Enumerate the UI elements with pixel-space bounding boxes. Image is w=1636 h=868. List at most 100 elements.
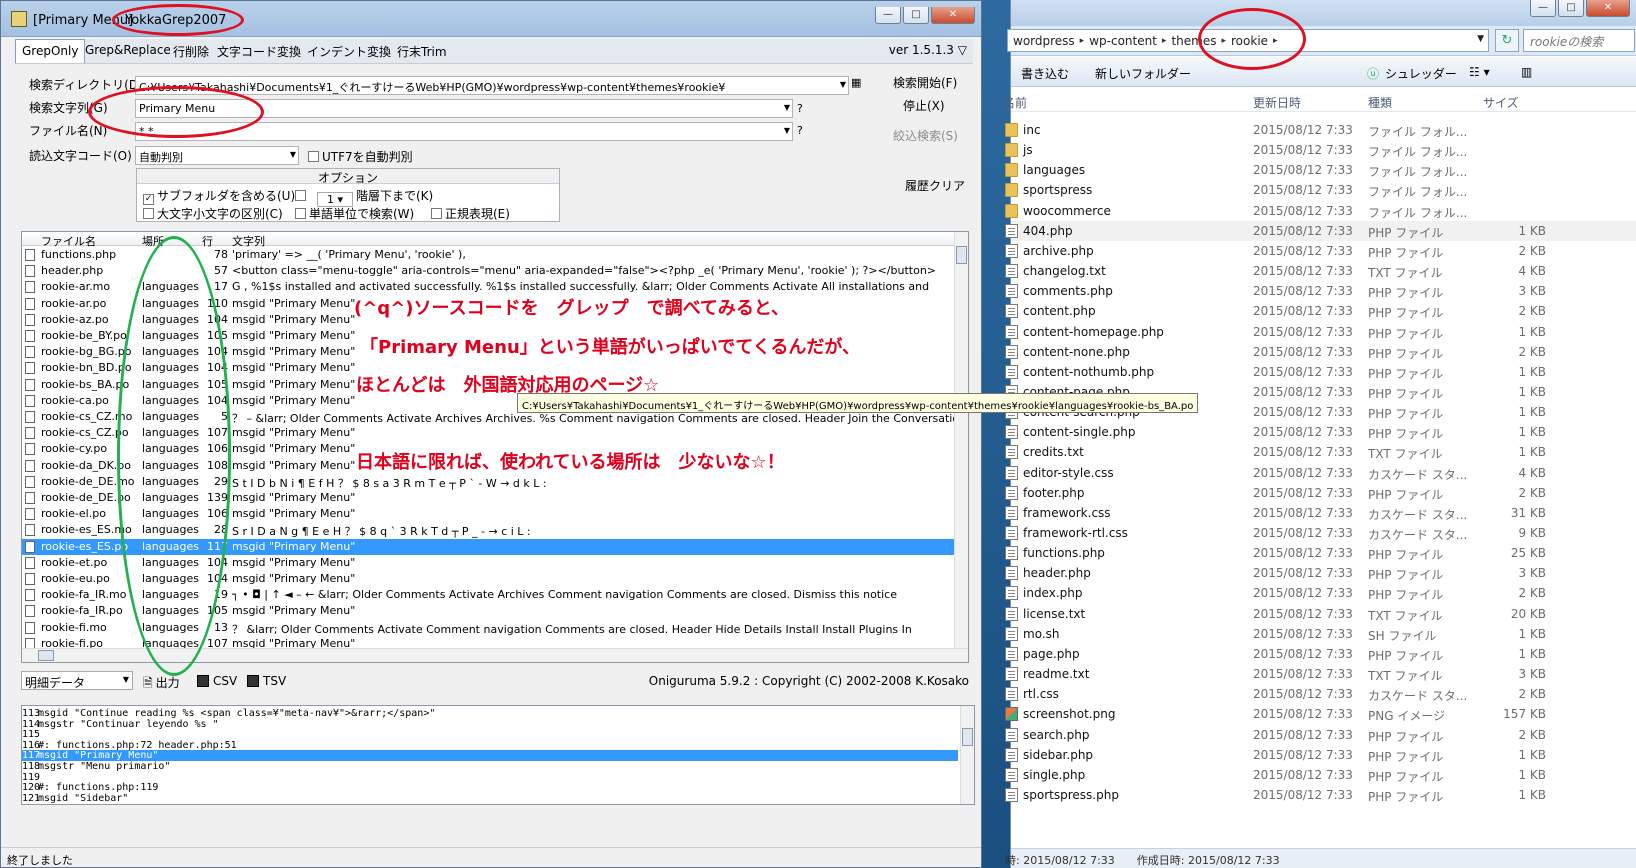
table-row[interactable]: rookie-es_ES.po languages 117 msgid "Primar… (22, 538, 954, 555)
close-button[interactable]: ✕ (1586, 0, 1630, 17)
tab-line-delete[interactable]: 行削除 (173, 43, 209, 60)
tab-greponly[interactable]: GrepOnly (15, 39, 86, 63)
filename-help-button[interactable]: ? (797, 124, 803, 137)
chevron-down-icon[interactable]: ▼ (840, 80, 846, 89)
table-row[interactable]: rookie-eu.po languages 104 msgid "Primary M… (22, 571, 954, 587)
file-list-item[interactable]: single.php 2015/08/12 7:33 PHP ファイル 1 KB (1005, 765, 1636, 785)
stop-button[interactable]: 停止(X) (903, 97, 945, 114)
shredder-button[interactable]: シュレッダー (1385, 65, 1457, 82)
column-name[interactable]: 名前 (1003, 94, 1027, 111)
file-list-item[interactable]: readme.txt 2015/08/12 7:33 TXT ファイル 3 KB (1005, 664, 1636, 684)
file-list-item[interactable]: content-single.php 2015/08/12 7:33 PHP ファイ… (1005, 422, 1636, 442)
file-list-item[interactable]: rtl.css 2015/08/12 7:33 カスケード スタ... 2 KB (1005, 684, 1636, 704)
close-button[interactable]: ✕ (931, 7, 975, 24)
table-row[interactable]: header.php 57 <button class="menu-toggle" … (22, 263, 954, 279)
file-list-item[interactable]: framework.css 2015/08/12 7:33 カスケード スタ... 3… (1005, 503, 1636, 523)
table-row[interactable]: rookie-fa_IR.po languages 105 msgid "Primar… (22, 603, 954, 619)
result-vertical-scrollbar[interactable] (954, 232, 968, 648)
address-bar[interactable]: wordpress ▸ wp-content ▸ themes ▸ rookie ▸ ▼ (1007, 29, 1489, 52)
file-list-item[interactable]: changelog.txt 2015/08/12 7:33 TXT ファイル 4 KB (1005, 261, 1636, 281)
breadcrumb-rookie[interactable]: rookie (1226, 34, 1273, 48)
depth-checkbox[interactable]: 1 ▾ 階層下まで(K) (295, 187, 433, 207)
detail-vertical-scrollbar[interactable] (960, 706, 974, 804)
table-row[interactable]: rookie-et.po languages 104 msgid "Primary M… (22, 555, 954, 571)
file-list-item[interactable]: editor-style.css 2015/08/12 7:33 カスケード スタ.… (1005, 463, 1636, 483)
file-list-item[interactable]: search.php 2015/08/12 7:33 PHP ファイル 2 KB (1005, 725, 1636, 745)
minimize-button[interactable]: — (875, 7, 901, 24)
chevron-down-icon[interactable]: ▼ (123, 675, 129, 684)
column-type[interactable]: 種類 (1368, 94, 1392, 111)
file-list-item[interactable]: content-homepage.php 2015/08/12 7:33 PHP フ… (1005, 322, 1636, 342)
search-start-button[interactable]: 検索開始(F) (893, 74, 957, 91)
preview-pane-icon[interactable]: ▥ (1521, 65, 1532, 79)
tab-line-end-trim[interactable]: 行末Trim (397, 43, 447, 60)
minimize-button[interactable]: — (1530, 0, 1556, 17)
file-list-item[interactable]: framework-rtl.css 2015/08/12 7:33 カスケード スタ… (1005, 523, 1636, 543)
tab-grep-replace[interactable]: Grep&Replace (85, 43, 171, 57)
maximize-button[interactable]: □ (903, 7, 929, 24)
view-options-icon[interactable]: ☷ ▾ (1469, 65, 1490, 79)
file-list-item[interactable]: index.php 2015/08/12 7:33 PHP ファイル 2 KB (1005, 583, 1636, 603)
table-row[interactable]: rookie-de_DE.po languages 139 msgid "Primar… (22, 490, 954, 506)
encoding-select[interactable]: 自動判別 ▼ (135, 146, 299, 165)
output-button[interactable]: 🗎 出力 (143, 674, 180, 695)
breadcrumb-themes[interactable]: themes (1166, 34, 1221, 48)
breadcrumb-wordpress[interactable]: wordpress (1008, 34, 1080, 48)
file-list-item[interactable]: content.php 2015/08/12 7:33 PHP ファイル 2 KB (1005, 301, 1636, 321)
file-list-item[interactable]: languages 2015/08/12 7:33 ファイル フォル... (1005, 160, 1636, 180)
clear-history-button[interactable]: 履歴クリア (905, 177, 965, 194)
shredder-icon[interactable]: ⓤ (1367, 65, 1379, 82)
file-list-item[interactable]: archive.php 2015/08/12 7:33 PHP ファイル 2 KB (1005, 241, 1636, 261)
file-list-item[interactable]: credits.txt 2015/08/12 7:33 TXT ファイル 1 KB (1005, 442, 1636, 462)
tab-charcode-convert[interactable]: 文字コード変換 (217, 43, 301, 60)
table-row[interactable]: rookie-el.po languages 106 msgid "Primary M… (22, 506, 954, 522)
explorer-search-input[interactable]: rookieの検索 (1523, 29, 1635, 52)
file-list-item[interactable]: js 2015/08/12 7:33 ファイル フォル... (1005, 140, 1636, 160)
file-list-item[interactable]: screenshot.png 2015/08/12 7:33 PNG イメージ 157… (1005, 704, 1636, 724)
file-list-item[interactable]: header.php 2015/08/12 7:33 PHP ファイル 3 KB (1005, 563, 1636, 583)
search-help-button[interactable]: ? (797, 102, 803, 115)
chevron-down-icon[interactable]: ▼ (290, 150, 296, 159)
chevron-down-icon[interactable]: ▽ (958, 43, 967, 57)
column-date[interactable]: 更新日時 (1253, 94, 1301, 111)
file-list-item[interactable]: content-nothumb.php 2015/08/12 7:33 PHP ファ… (1005, 362, 1636, 382)
subfolder-checkbox[interactable]: ✓ サブフォルダを含める(U) (143, 187, 295, 205)
chevron-down-icon[interactable]: ▼ (784, 126, 790, 135)
tsv-button[interactable]: TSV (247, 674, 286, 688)
file-list-item[interactable]: sportspress 2015/08/12 7:33 ファイル フォル... (1005, 180, 1636, 200)
filename-input[interactable]: *.* ▼ (135, 122, 793, 141)
table-row[interactable]: rookie-fa_IR.mo languages 19 ┐ • ◘ | ↑ ◄ –… (22, 587, 954, 603)
file-list-item[interactable]: content-none.php 2015/08/12 7:33 PHP ファイル 2… (1005, 342, 1636, 362)
table-row[interactable]: rookie-cs_CZ.po languages 107 msgid "Primar… (22, 425, 954, 441)
file-list-item[interactable]: license.txt 2015/08/12 7:33 TXT ファイル 20 KB (1005, 604, 1636, 624)
organize-button[interactable]: 書き込む (1021, 65, 1069, 82)
file-list-item[interactable]: mo.sh 2015/08/12 7:33 SH ファイル 1 KB (1005, 624, 1636, 644)
column-size[interactable]: サイズ (1483, 94, 1519, 111)
narrow-search-button[interactable]: 絞込検索(S) (893, 127, 958, 144)
view-select[interactable]: 明細データ ▼ (21, 671, 133, 690)
table-row[interactable]: rookie-es_ES.mo languages 28 S r I D a N g … (22, 522, 954, 538)
table-row[interactable]: rookie-ar.mo languages 17 G , %1$s installe… (22, 279, 954, 295)
result-horizontal-scrollbar[interactable] (22, 648, 968, 662)
utf7-checkbox[interactable]: UTF7を自動判別 (308, 148, 413, 165)
chevron-down-icon[interactable]: ▼ (1477, 34, 1484, 44)
directory-input[interactable]: C:¥Users¥Takahashi¥Documents¥1_ぐれーすけーるWe… (135, 76, 849, 95)
chevron-right-icon[interactable]: ▸ (1273, 36, 1278, 46)
table-row[interactable]: rookie-de_DE.mo languages 29 S t I D b N i … (22, 474, 954, 490)
file-list-item[interactable]: comments.php 2015/08/12 7:33 PHP ファイル 3 KB (1005, 281, 1636, 301)
file-list-item[interactable]: functions.php 2015/08/12 7:33 PHP ファイル 25 K… (1005, 543, 1636, 563)
search-string-input[interactable]: Primary Menu ▼ (135, 99, 793, 118)
word-checkbox[interactable]: 単語単位で検索(W) (295, 205, 414, 222)
table-row[interactable]: rookie-fi.mo languages 13 ？ &larr; Older C… (22, 620, 954, 636)
regex-checkbox[interactable]: 正規表現(E) (431, 205, 510, 222)
chevron-down-icon[interactable]: ▼ (784, 103, 790, 112)
case-checkbox[interactable]: 大文字小文字の区別(C) (143, 205, 283, 222)
file-list-item[interactable]: sidebar.php 2015/08/12 7:33 PHP ファイル 1 KB (1005, 745, 1636, 765)
new-folder-button[interactable]: 新しいフォルダー (1095, 65, 1191, 82)
file-list-item[interactable]: woocommerce 2015/08/12 7:33 ファイル フォル... (1005, 201, 1636, 221)
file-list-item[interactable]: 404.php 2015/08/12 7:33 PHP ファイル 1 KB (1005, 220, 1636, 241)
table-row[interactable]: functions.php 78 'primary' => __( 'Primary… (22, 247, 954, 263)
file-list-item[interactable]: footer.php 2015/08/12 7:33 PHP ファイル 2 KB (1005, 483, 1636, 503)
maximize-button[interactable]: □ (1558, 0, 1584, 17)
file-list-item[interactable]: inc 2015/08/12 7:33 ファイル フォル... (1005, 120, 1636, 140)
